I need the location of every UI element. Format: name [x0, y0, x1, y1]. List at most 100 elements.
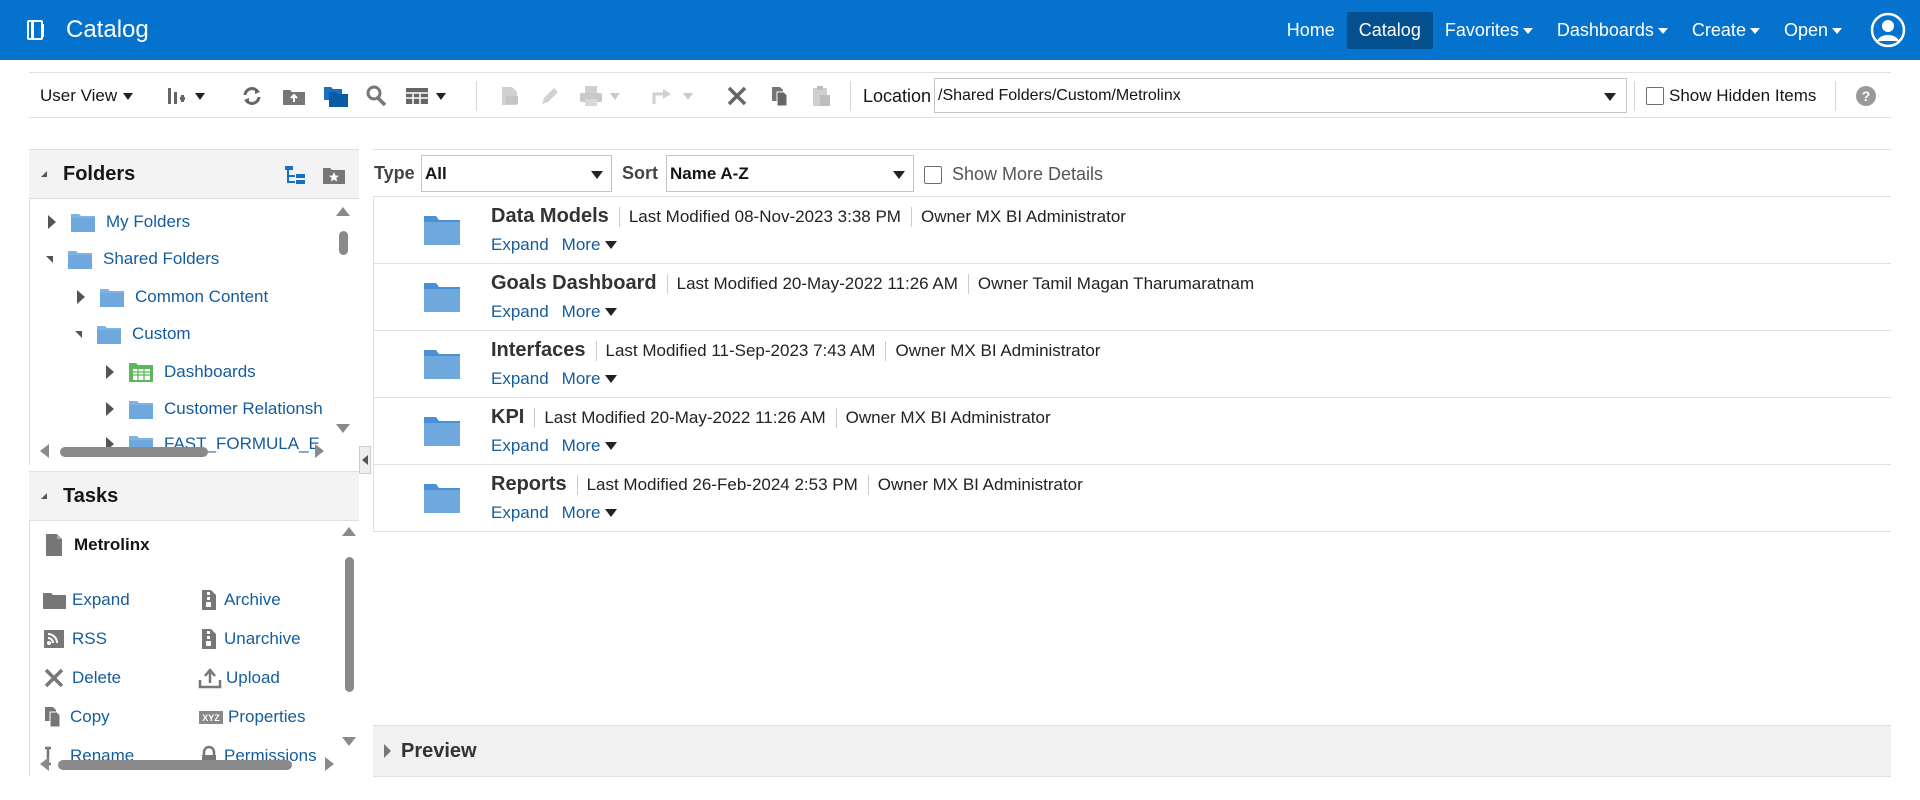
nav-favorites[interactable]: Favorites: [1433, 12, 1545, 49]
expand-icon[interactable]: [384, 744, 391, 758]
expand-link[interactable]: Expand: [491, 503, 549, 523]
expand-icon[interactable]: [106, 402, 114, 416]
catalog-item[interactable]: Goals Dashboard Last Modified 20-May-202…: [374, 264, 1891, 331]
scroll-right-icon[interactable]: [315, 444, 324, 458]
tree-horizontal-scrollbar[interactable]: [40, 444, 330, 458]
task-unarchive[interactable]: Unarchive: [198, 628, 301, 650]
scroll-up-icon[interactable]: [342, 527, 356, 536]
catalog-item[interactable]: Reports Last Modified 26-Feb-2024 2:53 P…: [374, 465, 1891, 532]
tree-item-common-content[interactable]: Common Content: [77, 282, 268, 312]
type-select[interactable]: All: [421, 155, 612, 192]
scroll-up-icon[interactable]: [336, 207, 350, 216]
tree-item-custom[interactable]: Custom: [75, 319, 191, 349]
expand-link[interactable]: Expand: [491, 369, 549, 389]
folder-icon: [68, 251, 92, 269]
collapse-icon[interactable]: [41, 171, 47, 177]
item-name[interactable]: Reports: [491, 473, 567, 496]
expand-icon[interactable]: [77, 290, 85, 304]
upload-icon: [198, 668, 222, 689]
favorite-folder-icon[interactable]: [321, 163, 347, 187]
task-rss[interactable]: RSS: [42, 628, 107, 650]
more-menu[interactable]: More: [562, 369, 618, 389]
nav-dashboards[interactable]: Dashboards: [1545, 12, 1680, 49]
collapse-icon[interactable]: [46, 255, 53, 263]
task-copy[interactable]: Copy: [42, 706, 110, 728]
task-properties[interactable]: XYZ Properties: [198, 706, 305, 728]
tree-view-icon[interactable]: [283, 163, 307, 187]
task-upload[interactable]: Upload: [198, 667, 280, 689]
expand-icon[interactable]: [106, 365, 114, 379]
scroll-down-icon[interactable]: [336, 424, 350, 433]
item-name[interactable]: Goals Dashboard: [491, 272, 657, 295]
more-menu[interactable]: More: [562, 503, 618, 523]
item-name[interactable]: KPI: [491, 406, 524, 429]
scroll-thumb[interactable]: [58, 760, 292, 770]
refresh-button[interactable]: [240, 73, 264, 119]
sort-select[interactable]: Name A-Z: [666, 155, 914, 192]
location-select[interactable]: /Shared Folders/Custom/Metrolinx: [934, 78, 1627, 113]
task-delete[interactable]: Delete: [42, 667, 121, 689]
catalog-item[interactable]: KPI Last Modified 20-May-2022 11:26 AM O…: [374, 398, 1891, 465]
collapse-icon[interactable]: [41, 493, 47, 499]
task-expand[interactable]: Expand: [42, 589, 130, 611]
copy-button[interactable]: [768, 73, 792, 119]
tree-vertical-scrollbar[interactable]: [336, 207, 350, 437]
expand-link[interactable]: Expand: [491, 436, 549, 456]
catalog-item[interactable]: Interfaces Last Modified 11-Sep-2023 7:4…: [374, 331, 1891, 398]
tasks-horizontal-scrollbar[interactable]: [40, 757, 340, 771]
new-item-menu[interactable]: [404, 73, 446, 119]
delete-button[interactable]: [726, 73, 748, 119]
user-avatar-icon[interactable]: [1870, 12, 1906, 48]
item-owner: Owner MX BI Administrator: [885, 340, 1100, 361]
nav-create[interactable]: Create: [1680, 12, 1772, 49]
folder-icon: [424, 350, 460, 379]
item-name[interactable]: Data Models: [491, 205, 609, 228]
view-options-icon: [168, 88, 185, 104]
nav-catalog[interactable]: Catalog: [1346, 11, 1433, 49]
tree-item-my-folders[interactable]: My Folders: [48, 207, 190, 237]
item-name[interactable]: Interfaces: [491, 339, 586, 362]
user-view-menu[interactable]: User View: [40, 73, 134, 119]
catalog-item[interactable]: Data Models Last Modified 08-Nov-2023 3:…: [374, 197, 1891, 264]
tasks-vertical-scrollbar[interactable]: [342, 527, 356, 747]
more-menu[interactable]: More: [562, 302, 618, 322]
nav-home[interactable]: Home: [1275, 12, 1347, 49]
upload-folder-button[interactable]: [281, 73, 307, 119]
edit-button: [538, 73, 562, 119]
new-folder-button[interactable]: [322, 73, 350, 119]
view-options-button[interactable]: [165, 73, 205, 119]
help-button[interactable]: ?: [1855, 73, 1877, 119]
more-label: More: [561, 503, 601, 522]
folders-panel-header[interactable]: Folders: [29, 149, 359, 199]
task-archive[interactable]: Archive: [198, 589, 281, 611]
scroll-thumb[interactable]: [345, 557, 354, 692]
chevron-down-icon: [1604, 93, 1616, 101]
show-more-details-checkbox[interactable]: [924, 165, 942, 184]
collapse-icon[interactable]: [75, 330, 82, 338]
scroll-thumb[interactable]: [339, 231, 348, 255]
scroll-left-icon[interactable]: [40, 444, 49, 458]
tree-item-customer-relationship[interactable]: Customer Relationsh: [106, 394, 323, 424]
nav-open[interactable]: Open: [1772, 12, 1854, 49]
scroll-right-icon[interactable]: [325, 757, 334, 771]
expand-icon[interactable]: [48, 215, 56, 229]
preview-panel-header[interactable]: Preview: [373, 725, 1891, 777]
share-menu: [651, 73, 693, 119]
more-menu[interactable]: More: [562, 235, 618, 255]
catalog-items: Data Models Last Modified 08-Nov-2023 3:…: [373, 197, 1891, 532]
scroll-left-icon[interactable]: [40, 757, 49, 771]
expand-link[interactable]: Expand: [491, 302, 549, 322]
tree-item-shared-folders[interactable]: Shared Folders: [46, 244, 219, 274]
panel-splitter[interactable]: [359, 446, 371, 474]
scroll-thumb[interactable]: [60, 447, 208, 457]
scroll-down-icon[interactable]: [342, 737, 356, 746]
show-more-details[interactable]: Show More Details: [924, 164, 1103, 185]
tasks-panel-header[interactable]: Tasks: [29, 471, 359, 521]
more-menu[interactable]: More: [562, 436, 618, 456]
expand-link[interactable]: Expand: [491, 235, 549, 255]
show-hidden-items[interactable]: Show Hidden Items: [1646, 73, 1816, 119]
search-button[interactable]: [364, 73, 388, 119]
show-hidden-checkbox[interactable]: [1646, 87, 1664, 105]
toolbar: User View Location /Shared Folders/Custo…: [29, 72, 1891, 118]
tree-item-dashboards[interactable]: Dashboards: [106, 357, 256, 387]
